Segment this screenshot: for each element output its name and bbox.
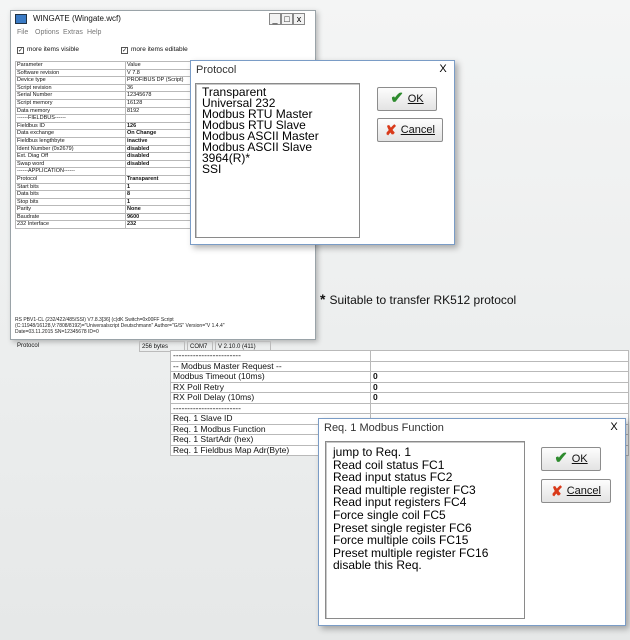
- checkbox-row: ✓ more items visible ✓ more items editab…: [11, 44, 315, 56]
- close-button[interactable]: x: [293, 13, 305, 25]
- param-name: Data memory: [15, 106, 126, 116]
- modbus-function-option[interactable]: Force single coil FC5: [333, 509, 517, 522]
- modbus-param-name: Modbus Timeout (10ms): [170, 371, 371, 383]
- modbus-function-option[interactable]: Read input status FC2: [333, 471, 517, 484]
- param-name: Ext. Diag Off: [15, 152, 126, 161]
- modbus-row[interactable]: RX Poll Retry 0: [170, 381, 629, 393]
- protocol-list[interactable]: Transparent Universal 232 Modbus RTU Maste…: [195, 83, 360, 238]
- device-info-text: RS PBV1-CL (232/422/485/SSI) V7.8.3[36] …: [15, 317, 315, 335]
- param-name: Stop bits: [15, 197, 126, 207]
- protocol-option[interactable]: 3964(R)*: [202, 152, 353, 164]
- modbus-function-option[interactable]: disable this Req.: [333, 559, 517, 572]
- menu-bar: File Options Extras Help: [11, 27, 315, 39]
- protocol-dialog: Protocol X Transparent Universal 232 Modbu…: [190, 60, 455, 245]
- param-name: Data exchange: [15, 129, 126, 138]
- footnote: * Suitable to transfer RK512 protocol: [320, 292, 516, 307]
- param-name: Swap word: [15, 159, 126, 169]
- modbus-function-dialog: Req. 1 Modbus Function X jump to Req. 1R…: [318, 418, 626, 626]
- param-name: Software revision: [15, 68, 126, 78]
- checkbox-checked-icon: ✓: [121, 46, 128, 54]
- param-name: Serial Number: [15, 91, 126, 100]
- info-line: Date=03.11.2015 SN=12345678 ID=0: [15, 329, 99, 335]
- modbus-row[interactable]: Modbus Timeout (10ms) 0: [170, 371, 629, 383]
- checkmark-icon: ✔: [390, 90, 404, 107]
- param-name: Baudrate: [15, 212, 126, 222]
- modbus-param-name: RX Poll Delay (10ms): [170, 392, 371, 404]
- cancel-label: Cancel: [400, 124, 435, 136]
- param-name: Start bits: [15, 182, 126, 192]
- ok-label: OK: [571, 453, 588, 465]
- modbus-function-list[interactable]: jump to Req. 1 Read coil status FC1 Read i…: [325, 441, 525, 619]
- more-items-editable-checkbox[interactable]: ✓ more items editable: [121, 44, 188, 56]
- param-name: Parameter: [15, 61, 126, 70]
- checkbox-label: more items editable: [131, 46, 188, 53]
- dialog-close-button[interactable]: X: [436, 64, 450, 76]
- modbus-param-value[interactable]: [370, 402, 629, 414]
- cancel-x-icon: ✘: [551, 483, 563, 499]
- modbus-param-name: ------------------------: [170, 350, 371, 362]
- dialog-close-button[interactable]: X: [607, 422, 621, 434]
- modbus-param-name: ------------------------: [170, 402, 371, 414]
- checkbox-label: more items visible: [27, 46, 80, 53]
- modbus-function-option[interactable]: jump to Req. 1: [333, 446, 517, 459]
- checkmark-icon: ✔: [554, 450, 568, 467]
- checkbox-checked-icon: ✓: [17, 46, 24, 54]
- modbus-row[interactable]: RX Poll Delay (10ms) 0: [170, 392, 629, 404]
- modbus-row[interactable]: -- Modbus Master Request --: [170, 360, 629, 372]
- status-field: Protocol: [17, 343, 40, 349]
- dialog-title: Req. 1 Modbus Function: [324, 422, 444, 434]
- param-name: Ident Number (0x2679): [15, 144, 126, 154]
- cancel-x-icon: ✘: [385, 122, 397, 138]
- window-controls: _ □ x: [269, 13, 305, 25]
- param-name: 232 Interface: [15, 220, 126, 230]
- param-name: Script revision: [15, 83, 126, 93]
- cancel-label: Cancel: [566, 485, 601, 497]
- cancel-button[interactable]: ✘ Cancel: [541, 479, 611, 503]
- param-name: Parity: [15, 205, 126, 214]
- menu-help[interactable]: Help: [87, 27, 101, 39]
- footnote-text: Suitable to transfer RK512 protocol: [329, 293, 517, 307]
- param-name: ------FIELDBUS------: [15, 114, 126, 123]
- modbus-param-value[interactable]: [370, 350, 629, 362]
- modbus-function-option[interactable]: Force multiple coils FC15: [333, 534, 517, 547]
- menu-file[interactable]: File: [17, 27, 28, 39]
- menu-extras[interactable]: Extras: [63, 27, 83, 39]
- app-icon: [15, 14, 27, 24]
- dialog-title: Protocol: [196, 64, 237, 76]
- modbus-param-name: RX Poll Retry: [170, 381, 371, 393]
- ok-label: OK: [407, 93, 424, 105]
- param-name: Fieldbus ID: [15, 121, 126, 131]
- modbus-param-value[interactable]: 0: [370, 392, 629, 404]
- modbus-row[interactable]: ------------------------: [170, 402, 629, 414]
- modbus-param-value[interactable]: [370, 360, 629, 372]
- modbus-row[interactable]: ------------------------: [170, 350, 629, 362]
- modbus-param-value[interactable]: 0: [370, 371, 629, 383]
- more-items-visible-checkbox[interactable]: ✓ more items visible: [17, 44, 79, 56]
- cancel-button[interactable]: ✘ Cancel: [377, 118, 443, 142]
- param-name: Protocol: [15, 174, 126, 184]
- protocol-option[interactable]: SSI: [202, 163, 353, 175]
- modbus-param-value[interactable]: 0: [370, 381, 629, 393]
- param-name: Device type: [15, 76, 126, 85]
- maximize-button[interactable]: □: [281, 13, 293, 25]
- footnote-star: *: [320, 291, 326, 307]
- title-bar: WINGATE (Wingate.wcf) _ □ x: [11, 11, 315, 27]
- minimize-button[interactable]: _: [269, 13, 281, 25]
- ok-button[interactable]: ✔ OK: [377, 87, 437, 111]
- modbus-param-name: -- Modbus Master Request --: [170, 360, 371, 372]
- param-name: Data bits: [15, 190, 126, 199]
- menu-options[interactable]: Options: [35, 27, 59, 39]
- param-name: ------APPLICATION------: [15, 167, 126, 176]
- param-name: Script memory: [15, 98, 126, 108]
- param-name: Fieldbus lengthbyte: [15, 136, 126, 146]
- ok-button[interactable]: ✔ OK: [541, 447, 601, 471]
- window-title: WINGATE (Wingate.wcf): [33, 14, 121, 23]
